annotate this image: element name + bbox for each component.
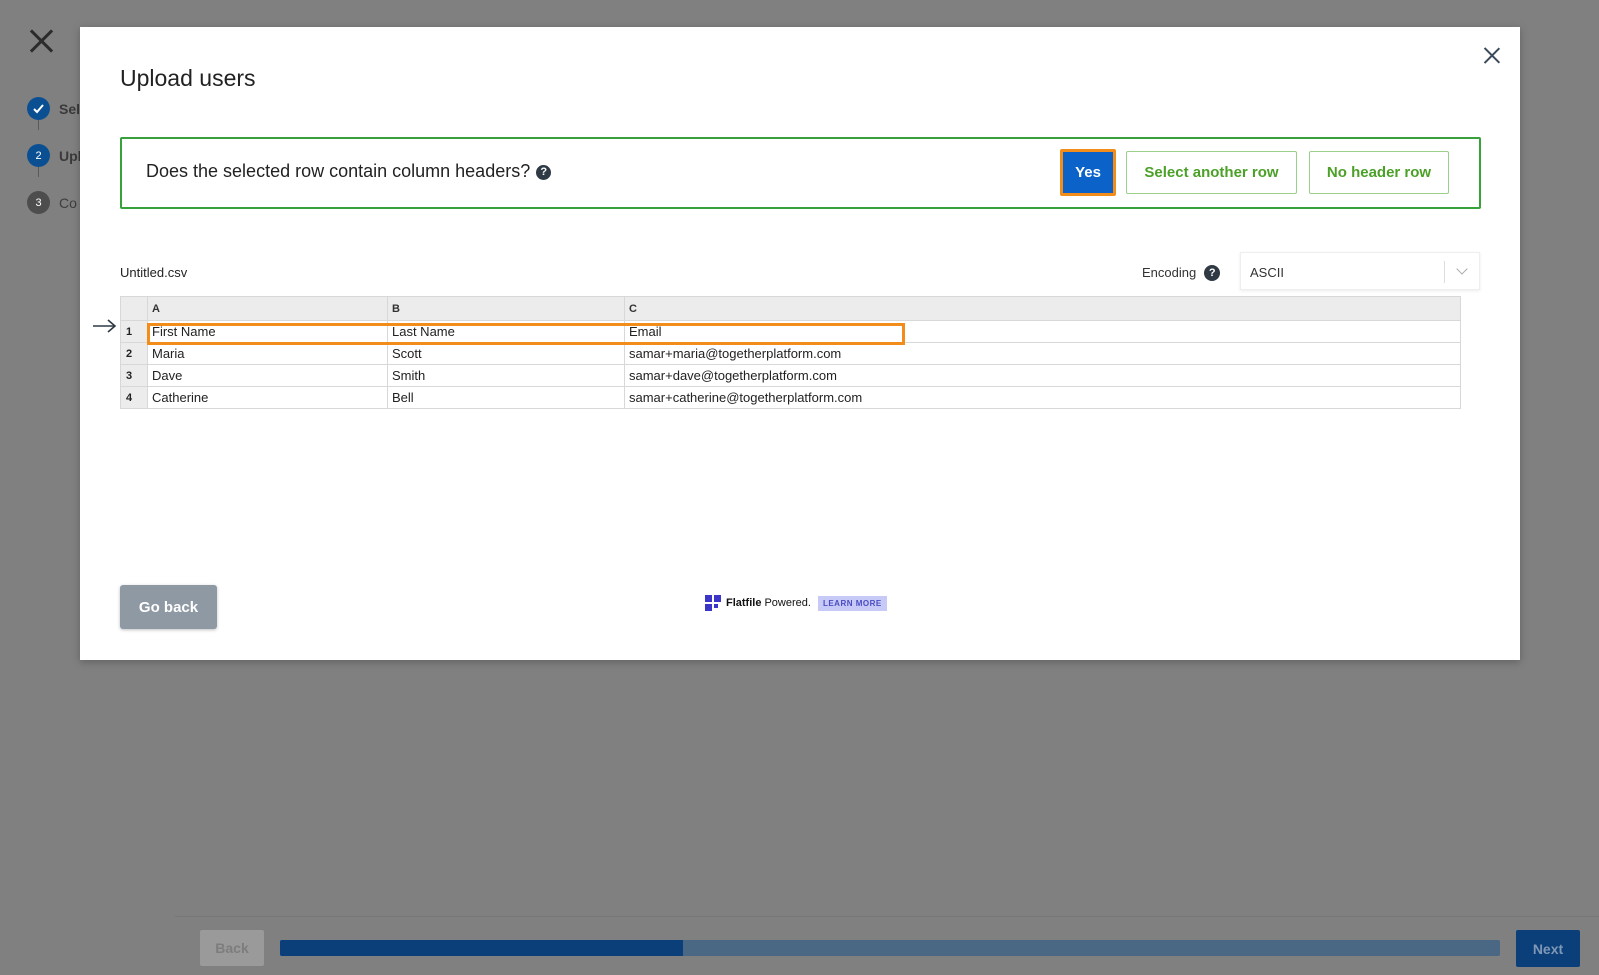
- encoding-select[interactable]: ASCII: [1240, 252, 1480, 290]
- table-cell: First Name: [147, 320, 388, 343]
- yes-button[interactable]: Yes: [1060, 149, 1116, 196]
- table-row[interactable]: 4 Catherine Bell samar+catherine@togethe…: [120, 386, 1461, 409]
- chevron-down-icon: [1456, 263, 1468, 275]
- header-question-panel: Does the selected row contain column hea…: [120, 137, 1481, 209]
- row-number: 3: [120, 364, 148, 387]
- back-button[interactable]: Back: [200, 930, 264, 966]
- column-header: A: [147, 296, 388, 321]
- flatfile-logo-icon: [705, 595, 721, 611]
- column-header: B: [387, 296, 625, 321]
- csv-preview-table: A B C 1 First Name Last Name Email 2 Mar…: [120, 296, 1461, 409]
- file-name: Untitled.csv: [120, 265, 188, 280]
- row-number: 1: [120, 320, 148, 343]
- close-icon[interactable]: [1483, 47, 1500, 64]
- help-icon[interactable]: ?: [1204, 265, 1221, 281]
- row-number: 2: [120, 342, 148, 365]
- table-cell: Scott: [387, 342, 625, 365]
- select-another-row-button[interactable]: Select another row: [1126, 151, 1297, 194]
- powered-brand: Flatfile: [726, 597, 762, 609]
- step-label: Upl: [59, 147, 82, 164]
- corner-cell: [120, 296, 148, 321]
- row-number: 4: [120, 386, 148, 409]
- step-3: 3 Co: [27, 179, 82, 226]
- table-cell: Last Name: [387, 320, 625, 343]
- header-question: Does the selected row contain column hea…: [146, 161, 552, 182]
- question-text: Does the selected row contain column hea…: [146, 161, 531, 181]
- column-header: C: [624, 296, 1461, 321]
- table-cell: Dave: [147, 364, 388, 387]
- progress-bar: [280, 940, 1500, 956]
- encoding-label: Encoding?: [1142, 265, 1221, 281]
- arrow-right-icon: [93, 319, 117, 333]
- upload-users-modal: Upload users Does the selected row conta…: [80, 27, 1520, 660]
- table-cell: Catherine: [147, 386, 388, 409]
- no-header-row-button[interactable]: No header row: [1309, 151, 1449, 194]
- encoding-value: ASCII: [1250, 265, 1284, 280]
- select-separator: [1444, 261, 1445, 283]
- progress-fill: [280, 940, 683, 956]
- go-back-button[interactable]: Go back: [120, 585, 217, 629]
- step-connector: [38, 167, 39, 177]
- next-button[interactable]: Next: [1516, 930, 1580, 967]
- step-label: Sel: [59, 100, 81, 117]
- table-cell: Maria: [147, 342, 388, 365]
- table-cell: samar+catherine@togetherplatform.com: [624, 386, 1461, 409]
- flatfile-powered: Flatfile Powered. LEARN MORE: [705, 595, 887, 611]
- close-icon[interactable]: [28, 28, 54, 54]
- table-cell: Smith: [387, 364, 625, 387]
- table-row[interactable]: 2 Maria Scott samar+maria@togetherplatfo…: [120, 342, 1461, 365]
- step-2: 2 Upl: [27, 132, 82, 179]
- learn-more-link[interactable]: LEARN MORE: [817, 595, 887, 611]
- table-cell: Bell: [387, 386, 625, 409]
- stepper: Sel 2 Upl 3 Co: [27, 85, 82, 226]
- step-number: 3: [27, 191, 50, 214]
- table-row[interactable]: 3 Dave Smith samar+dave@togetherplatform…: [120, 364, 1461, 387]
- powered-text: Powered.: [764, 597, 811, 609]
- check-icon: [27, 97, 50, 120]
- modal-title: Upload users: [120, 65, 256, 91]
- encoding-label-text: Encoding: [1142, 265, 1197, 280]
- table-cell: samar+dave@togetherplatform.com: [624, 364, 1461, 387]
- help-icon[interactable]: ?: [536, 165, 552, 180]
- step-label: Co: [59, 194, 77, 211]
- step-connector: [38, 120, 39, 130]
- table-cell: Email: [624, 320, 1461, 343]
- table-row[interactable]: 1 First Name Last Name Email: [120, 320, 1461, 343]
- table-header-row: A B C: [120, 296, 1461, 321]
- table-cell: samar+maria@togetherplatform.com: [624, 342, 1461, 365]
- step-number: 2: [27, 144, 50, 167]
- step-1: Sel: [27, 85, 82, 132]
